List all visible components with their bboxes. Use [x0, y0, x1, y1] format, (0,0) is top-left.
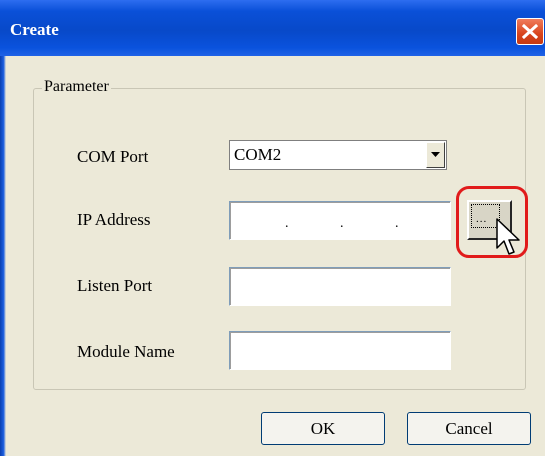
create-dialog: Create Parameter COM Port COM2 IP Addres…: [0, 0, 545, 456]
module-name-label: Module Name: [77, 342, 175, 361]
com-port-dropdown-button[interactable]: [426, 142, 445, 168]
cancel-button[interactable]: Cancel: [407, 412, 531, 445]
module-name-field[interactable]: [229, 331, 451, 370]
close-icon: [522, 24, 538, 39]
window-border: [0, 56, 6, 456]
com-port-value: COM2: [234, 145, 282, 164]
mouse-cursor-icon: [496, 218, 520, 255]
listen-port-label: Listen Port: [77, 276, 153, 295]
parameter-group-label: Parameter: [42, 78, 111, 96]
ip-address-field[interactable]: . . .: [229, 201, 451, 240]
ip-separator: .: [340, 216, 344, 231]
ip-address-value: . . .: [230, 216, 450, 231]
close-button[interactable]: [516, 18, 544, 45]
ok-button[interactable]: OK: [261, 412, 385, 445]
ip-address-label: IP Address: [77, 210, 151, 229]
browse-button-label: ...: [476, 213, 488, 225]
ip-separator: .: [285, 216, 289, 231]
chevron-down-icon: [431, 152, 440, 157]
com-port-label: COM Port: [77, 147, 149, 166]
ip-separator: .: [395, 216, 399, 231]
title-bar[interactable]: Create: [0, 0, 545, 56]
listen-port-field[interactable]: [229, 267, 451, 306]
com-port-select[interactable]: COM2: [229, 140, 447, 170]
window-title: Create: [10, 20, 59, 39]
